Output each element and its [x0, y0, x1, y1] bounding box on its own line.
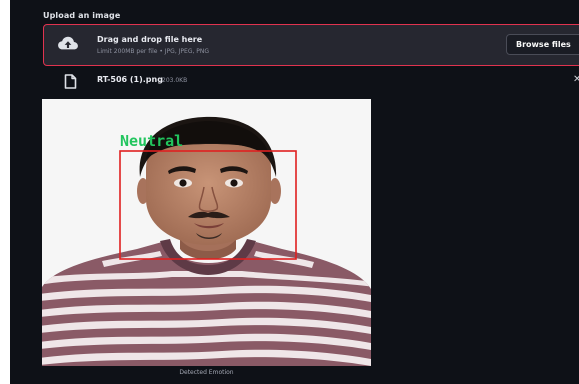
- dropzone-limit-text: Limit 200MB per file • JPG, JPEG, PNG: [97, 48, 210, 55]
- detected-emotion-image: Neutral: [42, 99, 371, 366]
- close-icon[interactable]: ✕: [573, 73, 579, 87]
- uploaded-file-row: RT-506 (1).png 203.0KB ✕: [43, 70, 579, 92]
- browse-files-button[interactable]: Browse files: [506, 34, 579, 55]
- image-caption: Detected Emotion: [179, 369, 234, 376]
- portrait-image: Neutral: [42, 99, 371, 366]
- dropzone-title: Drag and drop file here: [97, 35, 203, 44]
- streamlit-app: Upload an image Drag and drop file here …: [10, 0, 579, 384]
- uploaded-file-name: RT-506 (1).png: [97, 75, 163, 84]
- emotion-label: Neutral: [120, 132, 183, 150]
- uploaded-file-size: 203.0KB: [162, 77, 188, 84]
- file-icon: [64, 74, 77, 89]
- cloud-upload-icon: [58, 36, 78, 50]
- file-dropzone[interactable]: Drag and drop file here Limit 200MB per …: [43, 24, 579, 66]
- upload-label: Upload an image: [43, 11, 121, 20]
